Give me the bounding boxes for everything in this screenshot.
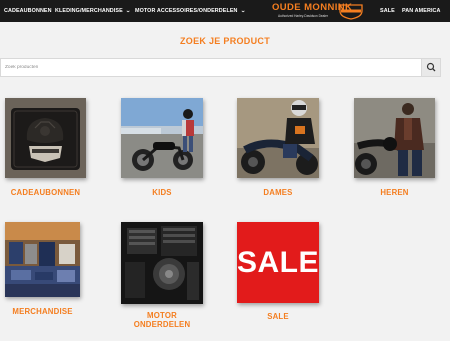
logo-subtitle: Authorized Harley-Davidson Dealer <box>278 14 328 18</box>
nav-label: SALE <box>380 8 395 14</box>
nav-label: KLEDING/MERCHANDISE <box>55 8 123 14</box>
dames-photo <box>237 98 319 178</box>
category-sale[interactable]: SALE SALE <box>233 222 325 326</box>
category-label: MOTOR ONDERDELEN <box>133 311 191 329</box>
category-label: DAMES <box>263 188 293 197</box>
category-image-dames[interactable] <box>237 98 319 178</box>
category-label: SALE <box>267 312 289 321</box>
nav-label: PAN AMERICA <box>402 8 441 14</box>
nav-label: CADEAUBONNEN <box>4 8 52 14</box>
category-label: MERCHANDISE <box>12 307 73 316</box>
chevron-down-icon: ⌄ <box>125 8 131 14</box>
category-label: HEREN <box>380 188 409 197</box>
nav-item-kleding-merchandise[interactable]: KLEDING/MERCHANDISE ⌄ <box>55 0 131 22</box>
search-icon <box>426 62 436 72</box>
category-dames[interactable]: DAMES <box>233 98 325 203</box>
category-cadeaubonnen[interactable]: CADEAUBONNEN <box>0 98 90 203</box>
category-motor-onderdelen[interactable]: MOTOR ONDERDELEN <box>116 222 208 334</box>
search-input[interactable] <box>1 59 421 76</box>
category-image-merchandise[interactable] <box>5 222 80 297</box>
page-title: ZOEK JE PRODUCT <box>179 36 270 46</box>
category-kids[interactable]: KIDS <box>116 98 208 203</box>
nav-item-pan-america[interactable]: PAN AMERICA <box>402 0 441 22</box>
nav-label: MOTOR ACCESSOIRES/ONDERDELEN <box>135 8 238 14</box>
sale-image-text: SALE <box>237 246 319 279</box>
search-button[interactable] <box>421 59 440 76</box>
nav-item-cadeaubonnen[interactable]: CADEAUBONNEN <box>4 0 52 22</box>
engine-photo <box>121 222 203 304</box>
category-image-sale[interactable]: SALE <box>237 222 319 303</box>
merchandise-photo <box>5 222 80 297</box>
category-label: KIDS <box>152 188 172 197</box>
top-navigation-bar: CADEAUBONNEN KLEDING/MERCHANDISE ⌄ MOTOR … <box>0 0 450 22</box>
dealer-logo[interactable]: OUDE MONNINK Authorized Harley-Davidson … <box>270 0 368 22</box>
heren-photo <box>354 98 435 178</box>
category-heren[interactable]: HEREN <box>350 98 442 203</box>
category-image-kids[interactable] <box>121 98 203 178</box>
wallet-photo <box>5 98 86 178</box>
category-label: CADEAUBONNEN <box>10 188 81 197</box>
chevron-down-icon: ⌄ <box>239 8 246 14</box>
nav-item-motor-accessoires[interactable]: MOTOR ACCESSOIRES/ONDERDELEN ⌄ <box>135 0 245 22</box>
harley-shield-logo-icon <box>339 4 363 20</box>
category-image-heren[interactable] <box>354 98 435 178</box>
kids-photo <box>121 98 203 178</box>
category-image-motor-onderdelen[interactable] <box>121 222 203 304</box>
category-image-wallet[interactable] <box>5 98 86 178</box>
product-search-bar <box>0 58 441 77</box>
nav-item-sale[interactable]: SALE <box>380 0 395 22</box>
category-merchandise[interactable]: MERCHANDISE <box>0 222 88 317</box>
